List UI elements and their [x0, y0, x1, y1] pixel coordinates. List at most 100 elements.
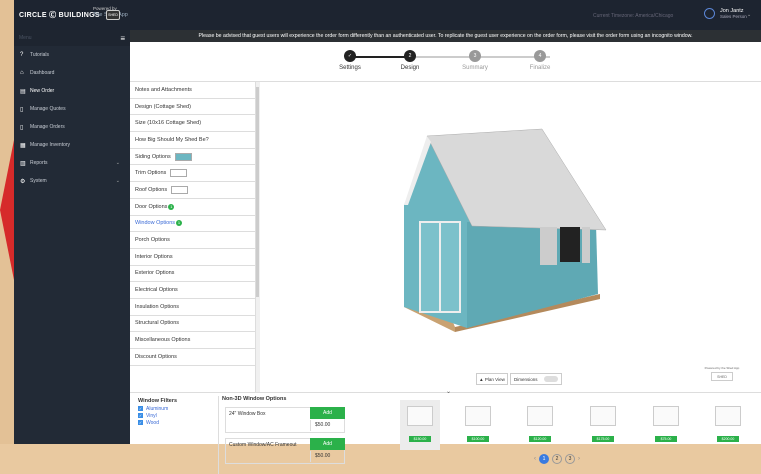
option-item[interactable]: Roof Options	[130, 182, 255, 199]
filter-checkbox[interactable]: ✓ Wood	[138, 419, 218, 426]
prev-page-icon[interactable]: ‹	[534, 456, 536, 462]
timezone-label: Current Timezone: America/Chicago	[593, 13, 674, 19]
option-item[interactable]: Insulation Options	[130, 299, 255, 316]
filter-checkbox[interactable]: ✓ Aluminum	[138, 405, 218, 412]
option-item[interactable]: Interior Options	[130, 249, 255, 266]
option-label: Door Options	[135, 203, 168, 210]
options-list: Notes and Attachments Design (Cottage She…	[130, 82, 256, 392]
option-label: Roof Options	[135, 186, 168, 193]
option-item[interactable]: Size (10x16 Cottage Shed)	[130, 115, 255, 133]
sidebar-item-dashboard[interactable]: ⌂ Dashboard	[14, 64, 130, 82]
orders-icon: ▯	[20, 124, 24, 131]
add-button[interactable]: Add	[310, 438, 345, 450]
checkbox-icon[interactable]: ✓	[138, 406, 143, 411]
option-item[interactable]: Electrical Options	[130, 282, 255, 299]
option-item[interactable]: Window Options 1	[130, 216, 255, 233]
user-avatar-icon[interactable]	[704, 8, 715, 19]
plan-view-button[interactable]: ▲ Plan View	[476, 373, 508, 385]
step-settings[interactable]: ✓ Settings	[320, 50, 380, 71]
collapse-chevron-icon[interactable]: ⌄	[446, 388, 451, 395]
step-finalize[interactable]: 4 Finalize	[510, 50, 570, 71]
sidebar-item-label: Tutorials	[30, 52, 49, 58]
check-icon: ✓	[344, 50, 356, 62]
option-label: Structural Options	[135, 320, 180, 327]
window-thumbnail[interactable]: $175.00	[583, 400, 623, 450]
sidebar-item-manage-quotes[interactable]: ▯ Manage Quotes	[14, 100, 130, 118]
window-filters: Window Filters ✓ Aluminum ✓ Vinyl ✓ Wood	[138, 398, 218, 426]
option-price: $50.00	[310, 420, 345, 431]
side-window	[560, 227, 580, 262]
window-thumbnail[interactable]: $100.00	[458, 400, 498, 450]
window-option-row: Custom Window/AC Frameout Add $50.00	[225, 438, 345, 464]
option-item[interactable]: Trim Options	[130, 165, 255, 183]
sidebar-item-label: New Order	[30, 88, 55, 94]
checkbox-icon[interactable]: ✓	[138, 420, 143, 425]
scrollbar-thumb[interactable]	[256, 87, 259, 297]
sidebar-item-system[interactable]: ⚙ System ⌄	[14, 172, 130, 190]
brand-logo[interactable]: CIRCLE Ⓒ BUILDINGS	[19, 10, 100, 20]
option-item[interactable]: How Big Should My Shed Be?	[130, 132, 255, 149]
window-thumbnail[interactable]: $120.00	[520, 400, 560, 450]
option-item[interactable]: Porch Options	[130, 232, 255, 249]
order-icon: ▤	[20, 88, 26, 95]
option-item[interactable]: Structural Options	[130, 316, 255, 333]
option-item[interactable]: Discount Options	[130, 349, 255, 366]
window-image	[465, 406, 491, 426]
sidebar-item-tutorials[interactable]: ? Tutorials	[14, 46, 130, 64]
guest-notice-banner: Please be advised that guest users will …	[130, 30, 761, 42]
page-button[interactable]: 3	[565, 454, 575, 464]
sidebar: Menu ≡ ? Tutorials ⌂ Dashboard ▤ New Order ▯ Man…	[14, 30, 130, 444]
option-item[interactable]: Exterior Options	[130, 266, 255, 283]
option-label: Siding Options	[135, 153, 171, 160]
window-thumbnail[interactable]: $200.00	[708, 400, 748, 450]
sidebar-item-reports[interactable]: ▥ Reports ⌄	[14, 154, 130, 172]
filters-title: Window Filters	[138, 398, 178, 404]
sidebar-item-label: Reports	[30, 160, 48, 166]
window-thumbnail[interactable]: $75.00	[646, 400, 686, 450]
gear-icon: ⚙	[20, 178, 26, 185]
filters-list: ✓ Aluminum ✓ Vinyl ✓ Wood	[138, 405, 218, 426]
top-bar: CIRCLE Ⓒ BUILDINGS Powered byThe Shed Ap…	[14, 0, 761, 30]
chevron-down-icon[interactable]: ⌄	[747, 12, 751, 18]
hamburger-icon[interactable]: ≡	[120, 34, 125, 43]
filter-label: Aluminum	[146, 405, 169, 412]
option-name: 24" Window Box	[229, 411, 266, 417]
dimensions-toggle[interactable]: Dimensions	[510, 373, 562, 385]
checkbox-icon[interactable]: ✓	[138, 413, 143, 418]
shed-3d-render	[404, 128, 607, 332]
price-tag: $150.00	[409, 436, 431, 442]
option-item[interactable]: Miscellaneous Options	[130, 332, 255, 349]
page-button[interactable]: 1	[539, 454, 549, 464]
option-name: Custom Window/AC Frameout	[229, 442, 297, 448]
shed-3d-viewer[interactable]	[260, 82, 760, 392]
non-3d-window-options: Non-3D Window Options 24" Window Box Add…	[218, 396, 348, 474]
next-page-icon[interactable]: ›	[578, 456, 580, 462]
shed-app-logo: SHED	[106, 10, 120, 20]
color-swatch	[174, 152, 192, 161]
sidebar-item-manage-orders[interactable]: ▯ Manage Orders	[14, 118, 130, 136]
price-tag: $200.00	[717, 436, 739, 442]
toggle-switch[interactable]	[544, 376, 558, 382]
option-label: Size (10x16 Cottage Shed)	[135, 120, 202, 127]
window-shutter	[540, 227, 557, 265]
powered-badge: Powered by the Shed App SHED	[702, 366, 742, 383]
option-item[interactable]: Siding Options	[130, 149, 255, 166]
step-design[interactable]: 2 Design	[380, 50, 440, 71]
sidebar-item-label: System	[30, 178, 47, 184]
step-summary[interactable]: 3 Summary	[445, 50, 505, 71]
option-item[interactable]: Design (Cottage Shed)	[130, 99, 255, 116]
page-button[interactable]: 2	[552, 454, 562, 464]
add-button[interactable]: Add	[310, 407, 345, 419]
filter-label: Vinyl	[146, 412, 157, 419]
user-menu[interactable]: Jon Jantz Sales Person	[720, 8, 747, 20]
filter-checkbox[interactable]: ✓ Vinyl	[138, 412, 218, 419]
step-label: Summary	[462, 65, 488, 71]
help-icon: ?	[20, 52, 24, 58]
option-item[interactable]: Door Options 1	[130, 199, 255, 216]
sidebar-item-manage-inventory[interactable]: ▦ Manage Inventory	[14, 136, 130, 154]
price-tag: $75.00	[655, 436, 677, 442]
window-thumbnail[interactable]: $150.00	[400, 400, 440, 450]
option-item[interactable]: Notes and Attachments	[130, 82, 255, 99]
window-option-row: 24" Window Box Add $50.00	[225, 407, 345, 433]
sidebar-item-new-order[interactable]: ▤ New Order	[14, 82, 130, 100]
